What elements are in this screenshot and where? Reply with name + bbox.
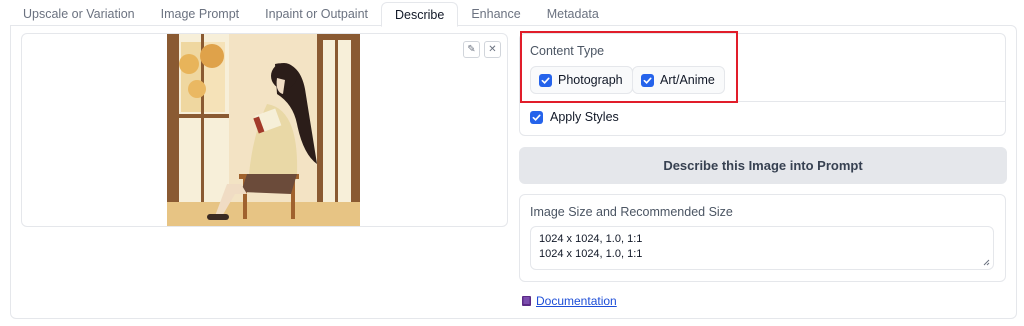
uploaded-image <box>167 34 360 226</box>
tab-metadata[interactable]: Metadata <box>534 2 612 26</box>
checkmark-icon[interactable] <box>530 110 543 124</box>
divider <box>520 101 1005 102</box>
image-size-line: 1024 x 1024, 1.0, 1:1 <box>539 248 643 260</box>
content-type-group: Content Type Photograph Art/Anime Apply … <box>519 33 1006 136</box>
resize-grip-icon[interactable] <box>983 259 990 266</box>
photograph-checkbox[interactable]: Photograph <box>530 66 633 94</box>
tab-enhance[interactable]: Enhance <box>458 2 533 26</box>
image-size-textarea[interactable]: 1024 x 1024, 1.0, 1:1 1024 x 1024, 1.0, … <box>530 226 994 270</box>
pencil-icon[interactable]: ✎ <box>463 41 480 58</box>
image-upload-area[interactable]: ✎ ✕ <box>21 33 508 227</box>
image-size-label: Image Size and Recommended Size <box>530 205 733 219</box>
tab-inpaint-or-outpaint[interactable]: Inpaint or Outpaint <box>252 2 381 26</box>
book-icon <box>522 296 531 306</box>
art-anime-label: Art/Anime <box>660 73 715 87</box>
tab-describe[interactable]: Describe <box>381 2 459 27</box>
checkmark-icon[interactable] <box>539 73 552 87</box>
documentation-link[interactable]: Documentation <box>521 294 617 308</box>
content-type-label: Content Type <box>530 44 605 58</box>
photograph-label: Photograph <box>558 73 623 87</box>
image-size-line: 1024 x 1024, 1.0, 1:1 <box>539 233 643 245</box>
apply-styles-checkbox[interactable]: Apply Styles <box>530 110 619 124</box>
tab-upscale-or-variation[interactable]: Upscale or Variation <box>10 2 148 26</box>
art-anime-checkbox[interactable]: Art/Anime <box>632 66 725 94</box>
describe-button[interactable]: Describe this Image into Prompt <box>519 147 1007 184</box>
documentation-label: Documentation <box>536 294 617 308</box>
tab-image-prompt[interactable]: Image Prompt <box>148 2 253 26</box>
image-size-group: Image Size and Recommended Size 1024 x 1… <box>519 194 1006 282</box>
tab-bar: Upscale or Variation Image Prompt Inpain… <box>10 2 612 27</box>
apply-styles-label: Apply Styles <box>550 110 619 124</box>
checkmark-icon[interactable] <box>641 73 654 87</box>
close-icon[interactable]: ✕ <box>484 41 501 58</box>
